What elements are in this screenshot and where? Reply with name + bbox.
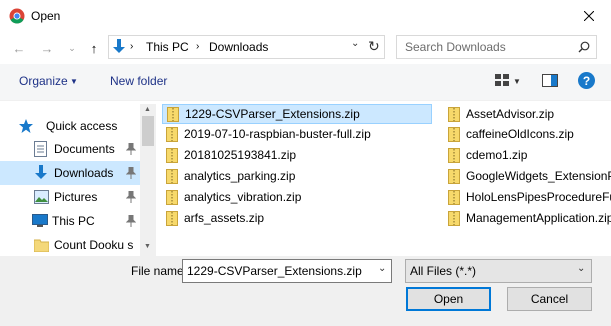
cancel-button-label: Cancel <box>530 292 569 306</box>
zip-file-icon <box>448 210 460 226</box>
list-item[interactable]: 1229-CSVParser_Extensions.zip <box>162 104 432 124</box>
zip-file-icon <box>448 126 460 142</box>
sidebar-item-label: Downloads <box>54 166 114 180</box>
breadcrumb-downloads[interactable]: Downloads <box>209 40 268 54</box>
file-name: 1229-CSVParser_Extensions.zip <box>185 107 360 121</box>
zip-file-icon <box>167 106 179 122</box>
zip-file-icon <box>166 126 178 142</box>
zip-file-icon <box>448 106 460 122</box>
chrome-icon <box>9 8 25 24</box>
breadcrumb-chevron-icon[interactable]: › <box>130 41 133 52</box>
scrollbar-thumb[interactable] <box>142 116 154 146</box>
file-name: analytics_vibration.zip <box>184 190 302 204</box>
organize-button[interactable]: Organize <box>19 74 68 88</box>
zip-file-icon <box>448 147 460 163</box>
list-item[interactable]: 20181025193841.zip <box>162 145 432 165</box>
file-name-dropdown-chevron-icon[interactable]: ⌄ <box>378 263 386 274</box>
zip-file-icon <box>166 210 178 226</box>
list-item[interactable]: caffeineOldIcons.zip <box>444 124 611 144</box>
pin-icon <box>126 167 136 179</box>
list-item[interactable]: 2019-07-10-raspbian-buster-full.zip <box>162 124 432 144</box>
sidebar-item-label: Count Dooku s <box>54 238 134 252</box>
sidebar-item-label: Pictures <box>54 190 98 204</box>
back-arrow-icon[interactable]: ← <box>11 40 27 56</box>
file-name: GoogleWidgets_ExtensionPa <box>466 169 611 183</box>
pictures-icon <box>34 190 54 204</box>
file-name: 2019-07-10-raspbian-buster-full.zip <box>184 127 371 141</box>
help-icon: ? <box>582 73 591 88</box>
file-name: cdemo1.zip <box>466 148 528 162</box>
cancel-button[interactable]: Cancel <box>507 287 592 311</box>
file-name: 20181025193841.zip <box>184 148 297 162</box>
documents-icon <box>34 141 54 157</box>
sidebar-item-count-dooku[interactable]: Count Dooku s <box>0 233 140 257</box>
downloads-location-icon <box>113 39 125 53</box>
sidebar-item-this-pc[interactable]: This PC <box>0 209 140 233</box>
file-name: HoloLensPipesProcedureFu <box>466 190 611 204</box>
scroll-up-icon[interactable]: ▲ <box>144 106 151 113</box>
zip-file-icon <box>166 147 178 163</box>
pin-icon <box>126 215 136 227</box>
window-title: Open <box>31 9 61 23</box>
list-item[interactable]: ManagementApplication.zip <box>444 208 611 228</box>
view-options-icon[interactable] <box>495 74 509 86</box>
scroll-down-icon[interactable]: ▼ <box>144 243 151 250</box>
new-folder-button[interactable]: New folder <box>110 74 167 88</box>
zip-file-icon <box>448 189 460 205</box>
zip-file-icon <box>166 168 178 184</box>
file-name: arfs_assets.zip <box>184 211 265 225</box>
close-button[interactable] <box>575 4 603 28</box>
sidebar-item-quick-access[interactable]: Quick access <box>0 114 140 138</box>
zip-file-icon <box>448 168 460 184</box>
zip-file-icon <box>166 189 178 205</box>
list-item[interactable]: cdemo1.zip <box>444 145 611 165</box>
breadcrumb-chevron-icon[interactable]: › <box>196 41 199 52</box>
file-type-chevron-icon[interactable]: ⌄ <box>577 263 585 274</box>
sidebar-item-label: This PC <box>52 214 95 228</box>
list-item[interactable]: HoloLensPipesProcedureFu <box>444 187 611 207</box>
file-list-horizontal-area <box>156 236 611 256</box>
list-item[interactable]: arfs_assets.zip <box>162 208 432 228</box>
navigation-pane: Quick access Documents Downloads Picture… <box>0 104 156 256</box>
sidebar-item-pictures[interactable]: Pictures <box>0 185 140 209</box>
search-placeholder: Search Downloads <box>405 40 506 54</box>
sidebar-item-documents[interactable]: Documents <box>0 137 140 161</box>
file-name: analytics_parking.zip <box>184 169 296 183</box>
sidebar-item-downloads[interactable]: Downloads <box>0 161 140 185</box>
refresh-icon[interactable]: ↻ <box>368 38 380 55</box>
view-options-chevron-icon[interactable]: ▼ <box>513 77 521 86</box>
file-name-label: File name: <box>131 264 188 278</box>
search-icon[interactable] <box>578 41 590 53</box>
folder-icon <box>34 239 54 252</box>
file-name: AssetAdvisor.zip <box>466 107 555 121</box>
forward-arrow-icon[interactable]: → <box>39 40 55 56</box>
open-button-label: Open <box>433 292 464 306</box>
computer-icon <box>32 214 52 228</box>
up-arrow-icon[interactable]: ↑ <box>86 40 102 56</box>
title-bar <box>0 0 611 32</box>
downloads-icon <box>34 165 54 181</box>
close-icon <box>584 11 594 21</box>
breadcrumb-this-pc[interactable]: This PC <box>146 40 189 54</box>
preview-pane-icon[interactable] <box>542 74 558 87</box>
file-name: caffeineOldIcons.zip <box>466 127 574 141</box>
sidebar-item-label: Quick access <box>46 119 118 133</box>
address-history-chevron-icon[interactable]: ⌄ <box>351 38 359 49</box>
file-type-value: All Files (*.*) <box>410 264 477 278</box>
organize-chevron-icon[interactable]: ▼ <box>70 77 78 86</box>
open-button[interactable]: Open <box>406 287 491 311</box>
help-button[interactable]: ? <box>578 72 595 89</box>
file-name: ManagementApplication.zip <box>466 211 611 225</box>
list-item[interactable]: analytics_vibration.zip <box>162 187 432 207</box>
sidebar-item-label: Documents <box>54 142 115 156</box>
pin-icon <box>126 191 136 203</box>
list-item[interactable]: GoogleWidgets_ExtensionPa <box>444 166 611 186</box>
list-item[interactable]: analytics_parking.zip <box>162 166 432 186</box>
star-icon <box>18 118 46 134</box>
pin-icon <box>126 143 136 155</box>
file-name-value[interactable]: 1229-CSVParser_Extensions.zip <box>187 264 362 278</box>
list-item[interactable]: AssetAdvisor.zip <box>444 104 611 124</box>
recent-locations-chevron-icon[interactable]: ⌄ <box>64 40 80 56</box>
